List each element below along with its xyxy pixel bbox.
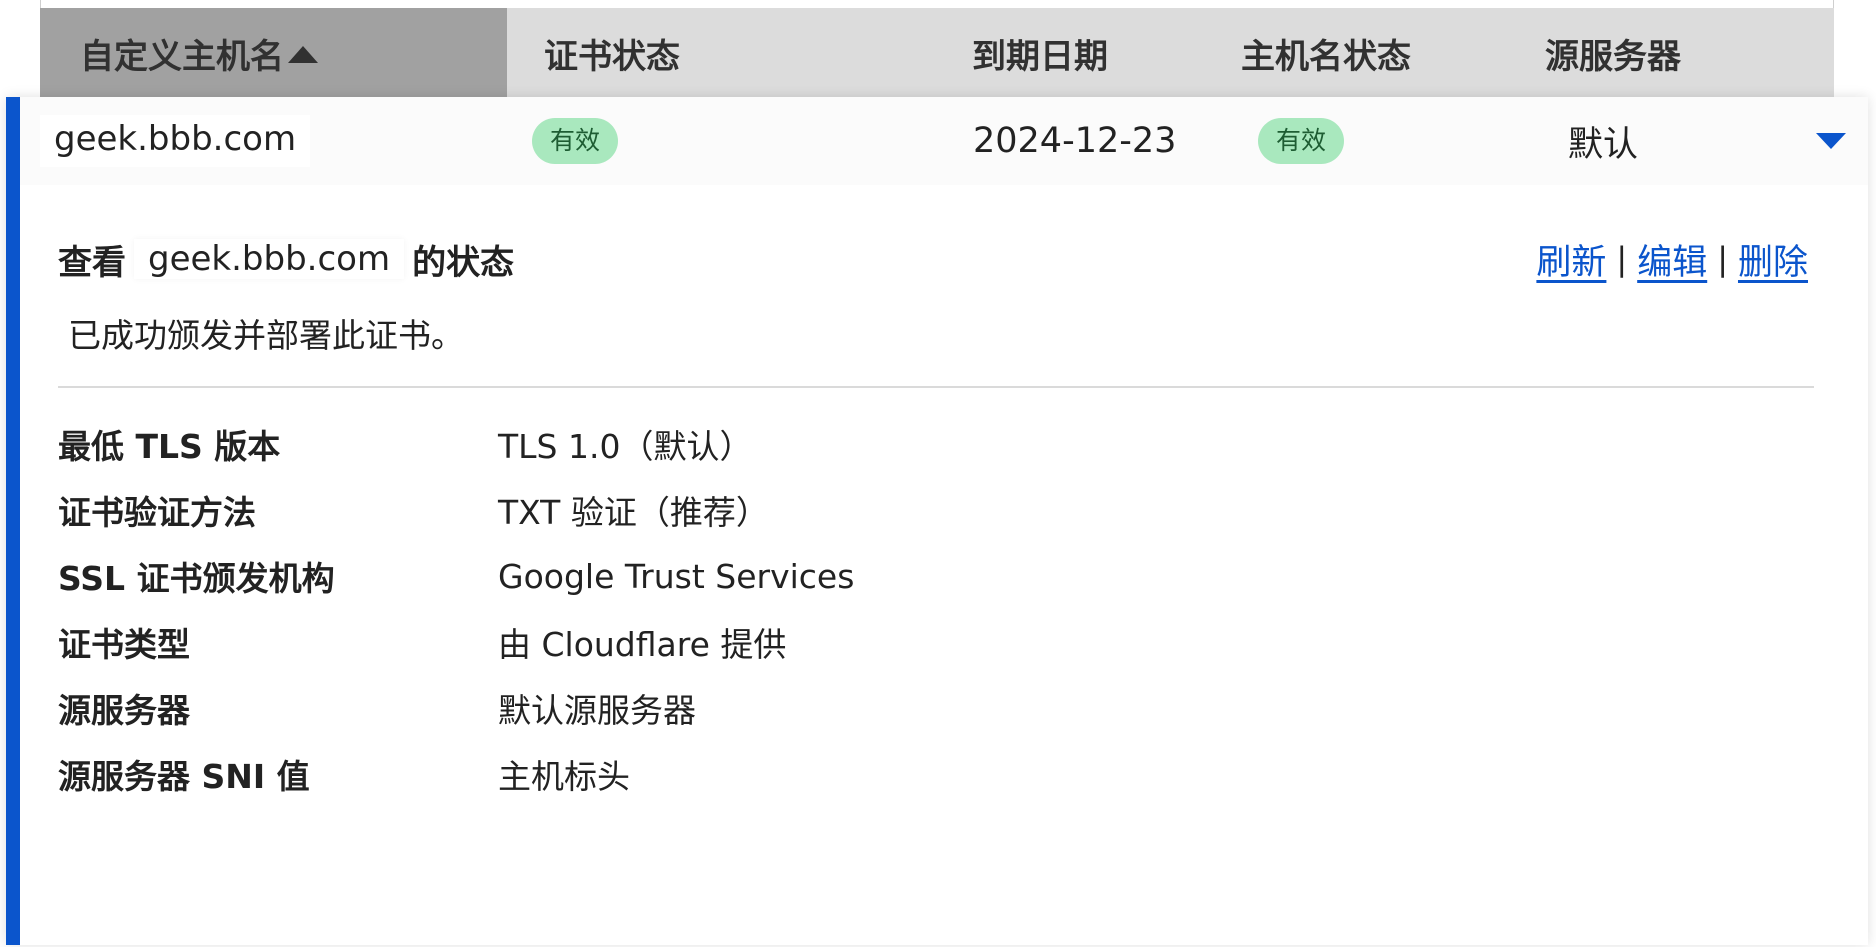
column-header-cert-status[interactable]: 证书状态 — [544, 8, 680, 98]
edit-link[interactable]: 编辑 — [1637, 234, 1707, 285]
cert-status-cell: 有效 — [532, 97, 619, 185]
detail-title-hostname: geek.bbb.com — [134, 239, 405, 279]
column-header-origin[interactable]: 源服务器 — [1545, 8, 1681, 98]
chevron-down-icon[interactable] — [1816, 133, 1846, 149]
property-value: TLS 1.0（默认） — [498, 427, 753, 466]
property-row-origin-sni: 源服务器 SNI 值 主机标头 — [58, 744, 1758, 804]
expiry-cell: 2024-12-23 — [973, 97, 1176, 185]
hostname-status-cell: 有效 — [1258, 97, 1345, 185]
property-row-certificate-type: 证书类型 由 Cloudflare 提供 — [58, 612, 1758, 672]
refresh-link[interactable]: 刷新 — [1536, 234, 1606, 285]
property-label: 最低 TLS 版本 — [58, 427, 281, 466]
table-header: 自定义主机名 证书状态 到期日期 主机名状态 源服务器 — [40, 8, 1834, 98]
section-divider — [58, 386, 1814, 388]
detail-title-prefix: 查看 — [58, 242, 126, 283]
action-separator: | — [1616, 240, 1628, 278]
sort-ascending-icon — [288, 45, 318, 63]
property-value: TXT 验证（推荐） — [498, 493, 769, 532]
detail-actions: 刷新 | 编辑 | 删除 — [1536, 229, 1808, 289]
column-header-hostname-status[interactable]: 主机名状态 — [1241, 8, 1411, 98]
property-label: 源服务器 — [58, 691, 190, 730]
property-value: Google Trust Services — [498, 556, 855, 596]
property-value: 由 Cloudflare 提供 — [498, 625, 787, 664]
property-value: 默认源服务器 — [498, 691, 696, 730]
property-row-certificate-authority: SSL 证书颁发机构 Google Trust Services — [58, 546, 1758, 606]
hostname-status-badge: 有效 — [1258, 118, 1345, 164]
origin-cell: 默认 — [1568, 97, 1638, 185]
status-message: 已成功颁发并部署此证书。 — [68, 316, 464, 355]
expiry-value: 2024-12-23 — [973, 121, 1177, 161]
table-row[interactable]: geek.bbb.com 有效 2024-12-23 有效 默认 — [20, 97, 1868, 185]
column-header-cert-status-label: 证书状态 — [544, 36, 680, 77]
property-row-validation-method: 证书验证方法 TXT 验证（推荐） — [58, 480, 1758, 540]
column-header-hostname-status-label: 主机名状态 — [1241, 36, 1411, 77]
expanded-row-panel: geek.bbb.com 有效 2024-12-23 有效 默认 查看 geek… — [6, 97, 1868, 945]
column-header-expiry[interactable]: 到期日期 — [972, 8, 1108, 98]
detail-title-suffix: 的状态 — [412, 242, 515, 283]
column-header-origin-label: 源服务器 — [1545, 36, 1681, 77]
property-label: SSL 证书颁发机构 — [58, 559, 335, 598]
property-row-min-tls: 最低 TLS 版本 TLS 1.0（默认） — [58, 414, 1758, 474]
hostname-cell: geek.bbb.com — [40, 97, 311, 185]
property-label: 证书验证方法 — [58, 493, 256, 532]
detail-title: 查看 geek.bbb.com 的状态 — [58, 229, 514, 289]
property-row-origin-server: 源服务器 默认源服务器 — [58, 678, 1758, 738]
property-value: 主机标头 — [498, 757, 630, 796]
cert-status-badge: 有效 — [532, 118, 619, 164]
expand-toggle[interactable] — [1816, 97, 1846, 185]
hostname-value: geek.bbb.com — [40, 115, 311, 167]
property-label: 证书类型 — [58, 625, 190, 664]
property-label: 源服务器 SNI 值 — [58, 757, 310, 796]
origin-value: 默认 — [1568, 124, 1639, 165]
action-separator: | — [1717, 240, 1728, 278]
column-header-hostname[interactable]: 自定义主机名 — [40, 8, 507, 98]
delete-link[interactable]: 删除 — [1738, 234, 1808, 285]
column-header-hostname-label: 自定义主机名 — [80, 36, 284, 77]
column-header-expiry-label: 到期日期 — [972, 36, 1108, 77]
selection-accent-bar — [6, 97, 20, 945]
